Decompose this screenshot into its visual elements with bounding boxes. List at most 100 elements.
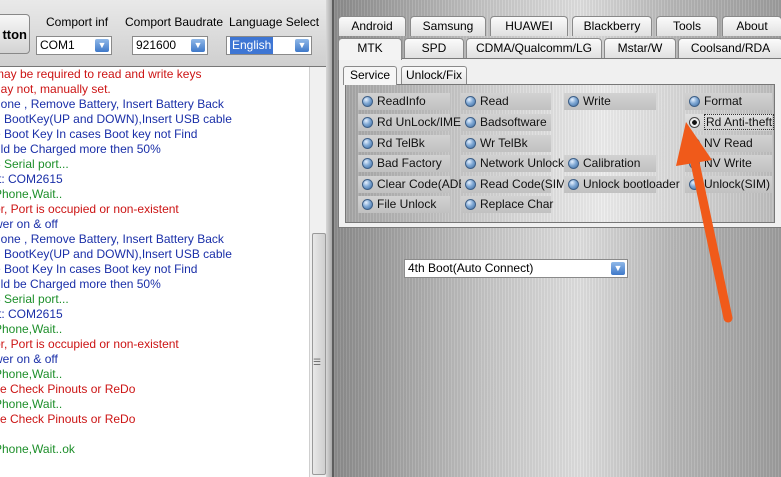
option-format[interactable]: Format <box>685 93 772 110</box>
log-line: se Check Pinouts or ReDo <box>0 382 136 396</box>
log-line: or, Port is occupied or non-existent <box>0 337 179 351</box>
radio-icon[interactable] <box>362 117 373 128</box>
tab-mstar-w[interactable]: Mstar/W <box>604 38 676 58</box>
baudrate-select[interactable]: 921600 ▼ <box>132 36 208 55</box>
dropdown-arrow-icon[interactable]: ▼ <box>191 39 205 52</box>
radio-icon[interactable] <box>362 96 373 107</box>
log-line: hone , Remove Battery, Insert Battery Ba… <box>0 232 224 246</box>
radio-icon[interactable] <box>362 158 373 169</box>
option-badsoftware[interactable]: Badsoftware <box>461 114 551 131</box>
option-readinfo[interactable]: ReadInfo <box>358 93 450 110</box>
option-calibration[interactable]: Calibration <box>564 155 656 172</box>
radio-icon[interactable] <box>568 158 579 169</box>
option-rd-telbk[interactable]: Rd TelBk <box>358 135 450 152</box>
option-label: Clear Code(ADB) <box>377 177 471 191</box>
log-line: rt: COM2615 <box>0 307 63 321</box>
log-output[interactable]: may be required to read and write keys na… <box>0 67 309 477</box>
option-label: Unlock bootloader <box>583 177 680 191</box>
start-button[interactable]: tton <box>0 14 30 54</box>
tab-about[interactable]: About <box>722 16 781 36</box>
option-label: ReadInfo <box>377 94 426 108</box>
option-clear-code-adb[interactable]: Clear Code(ADB) <box>358 176 470 193</box>
radio-icon[interactable] <box>465 179 476 190</box>
log-line: wer on & off <box>0 352 58 366</box>
tab-android[interactable]: Android <box>338 16 406 36</box>
option-label: Format <box>704 94 743 108</box>
radio-icon[interactable] <box>689 138 700 149</box>
radio-icon[interactable] <box>465 158 476 169</box>
option-write[interactable]: Write <box>564 93 656 110</box>
option-bad-factory[interactable]: Bad Factory <box>358 155 450 172</box>
radio-icon[interactable] <box>689 96 700 107</box>
option-unlock-bootloader[interactable]: Unlock bootloader <box>564 176 680 193</box>
dropdown-arrow-icon[interactable]: ▼ <box>95 39 109 52</box>
radio-icon[interactable] <box>362 179 373 190</box>
option-network-unlock[interactable]: Network Unlock <box>461 155 564 172</box>
option-label: Read <box>480 94 509 108</box>
tab-huawei[interactable]: HUAWEI <box>490 16 568 36</box>
boot-mode-select[interactable]: 4th Boot(Auto Connect) ▼ <box>404 259 628 278</box>
dropdown-arrow-icon[interactable]: ▼ <box>295 39 309 52</box>
scrollbar-thumb[interactable] <box>312 233 326 475</box>
option-rd-anti-theft[interactable]: Rd Anti-theft <box>685 114 775 131</box>
radio-icon[interactable] <box>465 199 476 210</box>
subtab-unlock-fix[interactable]: Unlock/Fix <box>401 66 467 84</box>
log-line: e Boot Key In cases Boot key not Find <box>0 262 198 276</box>
connection-toolbar: tton Comport inf COM1 ▼ Comport Baudrate… <box>0 0 331 67</box>
radio-icon[interactable] <box>689 179 700 190</box>
radio-icon[interactable] <box>689 158 700 169</box>
comport-select[interactable]: COM1 ▼ <box>36 36 112 55</box>
tab-blackberry[interactable]: Blackberry <box>572 16 652 36</box>
log-line: Phone,Wait.. <box>0 397 63 411</box>
tab-samsung[interactable]: Samsung <box>410 16 486 36</box>
option-label: Rd TelBk <box>377 136 425 150</box>
option-replace-char[interactable]: Replace Char <box>461 196 553 213</box>
option-nv-write[interactable]: NV Write <box>685 155 772 172</box>
baudrate-value: 921600 <box>136 38 177 52</box>
option-unlock-sim[interactable]: Unlock(SIM) <box>685 176 772 193</box>
radio-icon[interactable] <box>568 96 579 107</box>
tab-mtk[interactable]: MTK <box>338 38 402 60</box>
option-wr-telbk[interactable]: Wr TelBk <box>461 135 551 152</box>
log-line: Phone,Wait.. <box>0 367 63 381</box>
mtk-tab-panel: Service Unlock/Fix ReadInfo Read Write Form… <box>338 58 781 228</box>
option-label: Badsoftware <box>480 115 547 129</box>
dropdown-arrow-icon[interactable]: ▼ <box>611 262 625 275</box>
log-line: wer on & off <box>0 217 58 231</box>
subtab-service[interactable]: Service <box>343 66 397 85</box>
radio-icon[interactable] <box>362 138 373 149</box>
radio-icon[interactable] <box>465 117 476 128</box>
log-line: rt: COM2615 <box>0 172 63 186</box>
option-label: Rd UnLock/IMEI <box>377 115 465 129</box>
language-select[interactable]: English ▼ <box>226 36 312 55</box>
log-line: se Check Pinouts or ReDo <box>0 412 136 426</box>
option-label: Rd Anti-theft <box>704 114 775 130</box>
option-file-unlock[interactable]: File Unlock <box>358 196 450 213</box>
language-label: Language Select <box>229 15 320 29</box>
comport-value: COM1 <box>40 38 75 52</box>
radio-icon[interactable] <box>465 96 476 107</box>
tab-coolsand-rda[interactable]: Coolsand/RDA <box>678 38 781 58</box>
tab-cdma-qualcomm-lg[interactable]: CDMA/Qualcomm/LG <box>466 38 602 58</box>
log-line: uld be Charged more then 50% <box>0 142 161 156</box>
option-label: Wr TelBk <box>480 136 528 150</box>
radio-icon[interactable] <box>362 199 373 210</box>
log-scrollbar[interactable]: ☰ <box>309 67 327 477</box>
radio-icon[interactable] <box>689 117 700 128</box>
option-label: Write <box>583 94 611 108</box>
option-read-code-sim[interactable]: Read Code(SIM) <box>461 176 570 193</box>
main-panel: Android Samsung HUAWEI Blackberry Tools About… <box>332 0 781 477</box>
option-rd-unlock-imei[interactable]: Rd UnLock/IMEI <box>358 114 464 131</box>
log-line: e Boot Key In cases Boot key not Find <box>0 127 198 141</box>
option-nv-read[interactable]: NV Read <box>685 135 772 152</box>
option-label: NV Write <box>704 156 752 170</box>
log-line: or, Port is occupied or non-existent <box>0 202 179 216</box>
tab-tools[interactable]: Tools <box>656 16 718 36</box>
service-options-group: ReadInfo Read Write Format Rd UnLock/IMEI Bad… <box>345 84 775 223</box>
option-label: File Unlock <box>377 197 437 211</box>
radio-icon[interactable] <box>465 138 476 149</box>
option-read[interactable]: Read <box>461 93 551 110</box>
radio-icon[interactable] <box>568 179 579 190</box>
log-line: Phone,Wait..ok <box>0 442 75 456</box>
tab-spd[interactable]: SPD <box>404 38 464 58</box>
